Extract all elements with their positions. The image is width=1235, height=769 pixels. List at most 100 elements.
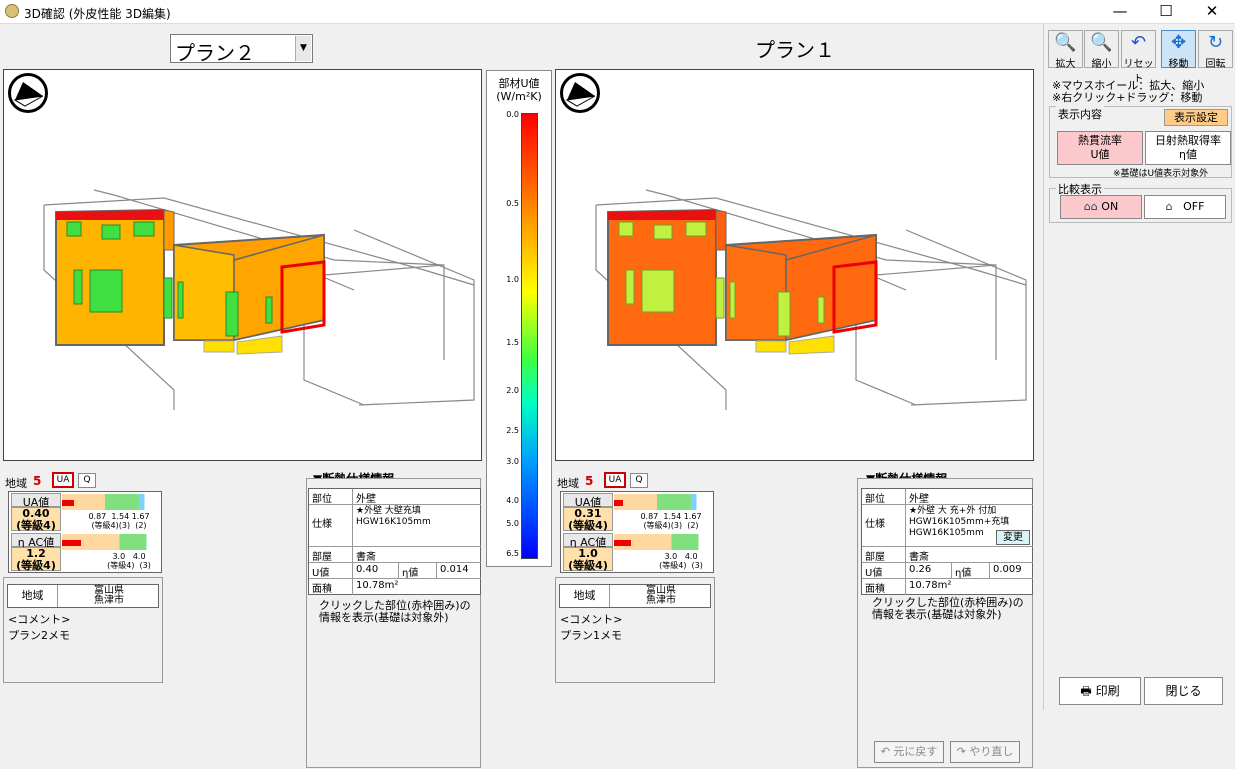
info-table: 部位 外壁 仕様 ★外壁 大 充+外 付加HGW16K105mm+充填HGW16… bbox=[861, 488, 1033, 595]
eta-value-display-button[interactable]: 日射熱取得率 η値 bbox=[1145, 131, 1231, 165]
ac-scale-labels: 3.0 4.0 (等級4) (3) bbox=[99, 552, 159, 570]
location-table: 地域 富山県 魚津市 bbox=[559, 584, 711, 608]
plan-select[interactable]: プラン２ ▼ bbox=[170, 34, 313, 65]
eta-label: η値 bbox=[399, 563, 437, 579]
redo-button[interactable]: ↷ やり直し bbox=[950, 741, 1020, 763]
chevron-down-icon[interactable]: ▼ bbox=[295, 36, 311, 61]
ua-label: UA値 bbox=[11, 493, 61, 509]
room-value: 書斎 bbox=[906, 547, 1033, 563]
ua-scale-bar bbox=[62, 494, 158, 510]
compare-off-button[interactable]: ⌂ OFF bbox=[1144, 195, 1226, 219]
info-note: クリックした部位(赤枠囲み)の情報を表示(基礎は対象外) bbox=[319, 599, 471, 624]
u-btn-line2: U値 bbox=[1090, 148, 1110, 161]
ua-scale-labels: 0.87 1.54 1.67 (等級4)(3) (2) bbox=[79, 512, 159, 530]
zoom-in-icon: 🔍 bbox=[1054, 32, 1077, 53]
ac-bar-fill bbox=[614, 540, 631, 546]
rotate-button[interactable]: ↻ 回転 bbox=[1198, 30, 1233, 70]
close-window-button[interactable]: ✕ bbox=[1189, 0, 1235, 24]
location-table: 地域 富山県 魚津市 bbox=[7, 584, 159, 608]
maximize-button[interactable]: ☐ bbox=[1143, 0, 1189, 24]
move-icon: ✥ bbox=[1170, 32, 1187, 53]
ac-grade: (等級4) bbox=[16, 559, 56, 572]
house-model-right[interactable] bbox=[556, 70, 1033, 460]
change-button[interactable]: 変更 bbox=[996, 530, 1030, 545]
comment-label: <コメント> bbox=[560, 613, 623, 626]
ac-value-box: 1.2 (等級4) bbox=[11, 547, 61, 572]
minimize-button[interactable]: — bbox=[1097, 0, 1143, 24]
ac-scale-sub: (等級4) bbox=[107, 561, 135, 570]
legend-tick: 5.0 bbox=[506, 519, 519, 528]
undo-button[interactable]: ↶ 元に戻す bbox=[874, 741, 944, 763]
compare-on-button[interactable]: ⌂⌂ ON bbox=[1060, 195, 1142, 219]
plan-title: プラン１ bbox=[755, 38, 835, 62]
u-value: 0.26 bbox=[906, 563, 952, 579]
q-toggle-button[interactable]: Q bbox=[78, 473, 96, 488]
ac-scale-tick: 3.0 bbox=[112, 552, 126, 561]
zoom-in-button[interactable]: 🔍 拡大 bbox=[1048, 30, 1083, 70]
move-label: 移動 bbox=[1168, 59, 1189, 70]
ac-scale-tick: 3.0 bbox=[664, 552, 678, 561]
print-label: 印刷 bbox=[1095, 684, 1120, 698]
ua-scale-tick: 1.67 bbox=[131, 512, 150, 521]
u-label: U値 bbox=[862, 563, 906, 579]
ac-label: η AC値 bbox=[563, 533, 613, 549]
ua-toggle-button[interactable]: UA bbox=[604, 472, 626, 488]
ua-value-box: 0.40 (等級4) bbox=[11, 507, 61, 532]
ua-scale-tick: 0.87 bbox=[88, 512, 107, 521]
u-value: 0.40 bbox=[353, 563, 399, 579]
spec-label: 仕様 bbox=[862, 505, 906, 547]
u-value-legend: 部材U値 (W/m²K) 0.0 0.5 1.0 1.5 2.0 2.5 3.0 … bbox=[486, 70, 552, 567]
3d-view-right[interactable] bbox=[555, 69, 1034, 461]
part-label: 部位 bbox=[862, 489, 906, 505]
reset-icon: ↶ bbox=[1130, 32, 1147, 53]
legend-tick: 0.0 bbox=[506, 110, 519, 119]
display-group-label: 表示内容 bbox=[1056, 106, 1104, 122]
ua-toggle-button[interactable]: UA bbox=[52, 472, 74, 488]
eta-value: 0.009 bbox=[990, 563, 1033, 579]
redo-icon: ↷ bbox=[956, 745, 966, 758]
compare-on-label: ON bbox=[1101, 200, 1119, 213]
insulation-info-right: 部位 外壁 仕様 ★外壁 大 充+外 付加HGW16K105mm+充填HGW16… bbox=[857, 478, 1033, 768]
u-value-display-button[interactable]: 熱貫流率 U値 bbox=[1057, 131, 1143, 165]
display-settings-button[interactable]: 表示設定 bbox=[1164, 109, 1228, 126]
q-toggle-button[interactable]: Q bbox=[630, 473, 648, 488]
ua-scale-labels: 0.87 1.54 1.67 (等級4)(3) (2) bbox=[631, 512, 711, 530]
3d-view-left[interactable] bbox=[3, 69, 482, 461]
zoom-out-label: 縮小 bbox=[1091, 59, 1112, 70]
hint-drag: ※右クリック+ドラッグ：移動 bbox=[1052, 91, 1203, 104]
reset-button[interactable]: ↶ リセット bbox=[1121, 30, 1156, 85]
legend-tick: 1.5 bbox=[506, 338, 519, 347]
location-label: 地域 bbox=[8, 585, 58, 607]
performance-gauge-left: UA値 0.40 (等級4) 0.87 1.54 1.67 (等級4)(3) (2… bbox=[8, 491, 162, 573]
info-note: クリックした部位(赤枠囲み)の情報を表示(基礎は対象外) bbox=[872, 596, 1024, 621]
compare-off-label: OFF bbox=[1183, 200, 1205, 213]
ua-scale-tick: 1.67 bbox=[683, 512, 702, 521]
legend-tick: 4.0 bbox=[506, 496, 519, 505]
house-model-left[interactable] bbox=[4, 70, 481, 460]
move-button[interactable]: ✥ 移動 bbox=[1161, 30, 1196, 70]
location-comment-left: 地域 富山県 魚津市 <コメント> プラン2メモ bbox=[3, 577, 163, 683]
rotate-label: 回転 bbox=[1205, 59, 1226, 70]
house-pair-icon: ⌂⌂ bbox=[1083, 200, 1098, 213]
legend-color-bar bbox=[521, 113, 538, 559]
location-label: 地域 bbox=[560, 585, 610, 607]
zoom-out-button[interactable]: 🔍 縮小 bbox=[1084, 30, 1119, 70]
ua-scale-tick: 1.54 bbox=[111, 512, 130, 521]
info-table: 部位 外壁 仕様 ★外壁 大壁充填 HGW16K105mm 部屋 書斎 U値 0… bbox=[308, 488, 481, 595]
area-number: 5 bbox=[585, 474, 594, 488]
print-button[interactable]: 🖶 印刷 bbox=[1059, 677, 1141, 705]
zoom-in-label: 拡大 bbox=[1055, 59, 1076, 70]
location-city: 魚津市 bbox=[94, 595, 124, 606]
undo-label: 元に戻す bbox=[893, 745, 938, 758]
ua-scale-sub: (3) bbox=[118, 521, 131, 530]
ua-scale-bar bbox=[614, 494, 710, 510]
ua-scale-sub: (等級4) bbox=[643, 521, 671, 530]
ua-grade: (等級4) bbox=[568, 519, 608, 532]
ua-value-box: 0.31 (等級4) bbox=[563, 507, 613, 532]
legend-tick: 2.0 bbox=[506, 386, 519, 395]
eta-value: 0.014 bbox=[437, 563, 481, 579]
legend-tick: 0.5 bbox=[506, 199, 519, 208]
area-size-label: 面積 bbox=[862, 579, 906, 595]
location-comment-right: 地域 富山県 魚津市 <コメント> プラン1メモ bbox=[555, 577, 715, 683]
close-button[interactable]: 閉じる bbox=[1144, 677, 1223, 705]
